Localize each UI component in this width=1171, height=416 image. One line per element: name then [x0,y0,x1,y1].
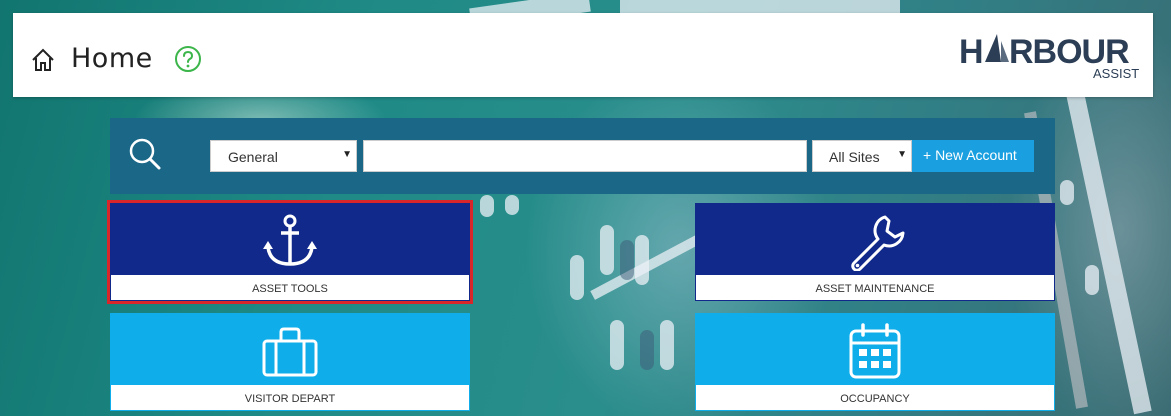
tile-occupancy-banner [695,313,1055,385]
search-input[interactable] [363,140,807,172]
harbour-assist-logo: H RBOUR ASSIST [957,31,1143,87]
anchor-icon [263,214,317,266]
suitcase-icon [262,327,318,377]
tile-visitor-depart-banner [110,313,470,385]
svg-text:H: H [959,33,983,71]
help-circle-icon[interactable] [174,45,202,73]
category-select[interactable]: General ▼ [210,140,357,172]
tile-asset-tools-banner [110,203,470,275]
caret-down-icon: ▼ [897,149,907,160]
tile-occupancy[interactable]: OCCUPANCY [695,313,1055,411]
search-bar: General ▼ All Sites ▼ + New Account [110,118,1055,194]
tile-label: ASSET MAINTENANCE [695,275,1055,301]
site-select-value: All Sites [829,149,880,165]
caret-down-icon: ▼ [342,149,352,160]
tile-label: ASSET TOOLS [110,275,470,301]
tile-label: VISITOR DEPART [110,385,470,411]
tile-asset-maintenance[interactable]: ASSET MAINTENANCE [695,203,1055,301]
site-select[interactable]: All Sites ▼ [812,140,912,172]
tile-label: OCCUPANCY [695,385,1055,411]
tile-asset-maintenance-banner [695,203,1055,275]
category-select-value: General [228,149,278,165]
search-icon[interactable] [128,137,162,171]
wrench-icon [851,215,905,271]
svg-text:ASSIST: ASSIST [1093,66,1139,81]
tile-visitor-depart[interactable]: VISITOR DEPART [110,313,470,411]
tile-asset-tools[interactable]: ASSET TOOLS [107,200,473,304]
page-title: Home [71,43,153,74]
calendar-icon [849,323,901,379]
new-account-button[interactable]: + New Account [912,140,1034,172]
home-icon[interactable] [30,47,56,73]
header-bar: Home H RBOUR ASSIST [13,13,1153,97]
